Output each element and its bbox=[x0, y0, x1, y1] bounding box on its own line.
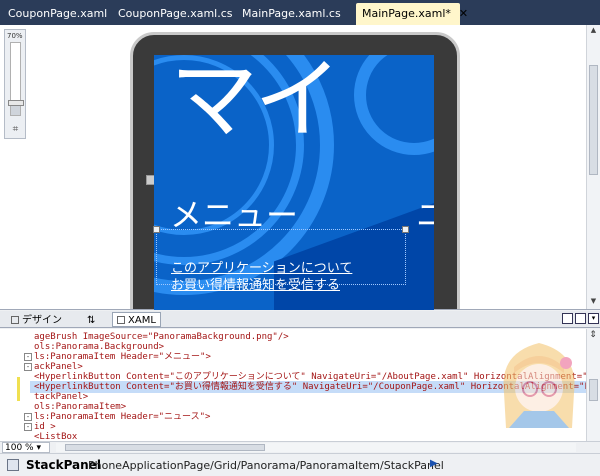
horizontal-split-icon[interactable] bbox=[562, 313, 573, 324]
close-icon[interactable]: ✕ bbox=[459, 3, 468, 25]
split-view-toolbar: デザイン ⇅ XAML ▾ bbox=[0, 311, 600, 328]
collapse-pane-icon[interactable]: ▾ bbox=[588, 313, 599, 324]
editor-bottom-strip: 100 % ▾ bbox=[0, 441, 600, 453]
fold-toggle-icon[interactable]: - bbox=[24, 413, 32, 421]
change-marker bbox=[17, 377, 20, 389]
fold-toggle-icon[interactable]: - bbox=[24, 423, 32, 431]
change-marker bbox=[17, 389, 20, 401]
zoom-level-label: 70% bbox=[7, 32, 23, 40]
editor-vertical-scrollbar[interactable]: ⇕ bbox=[586, 329, 600, 441]
tab-couponpage-xaml[interactable]: CouponPage.xaml bbox=[2, 3, 113, 25]
fold-toggle-icon[interactable]: - bbox=[24, 363, 32, 371]
background-ring bbox=[354, 55, 434, 155]
scroll-down-icon[interactable]: ▼ bbox=[588, 297, 599, 308]
zoom-control: 70% ⌗ bbox=[4, 29, 26, 139]
tab-label: CouponPage.xaml.cs bbox=[118, 7, 233, 20]
code-line[interactable]: <ListBox bbox=[34, 431, 77, 441]
horizontal-scroll-thumb[interactable] bbox=[65, 444, 265, 451]
xaml-view-icon bbox=[117, 316, 125, 324]
scroll-thumb[interactable] bbox=[589, 65, 598, 175]
tab-design[interactable]: デザイン bbox=[6, 312, 67, 327]
vertical-split-icon[interactable] bbox=[575, 313, 586, 324]
panorama-title: マイ bbox=[170, 55, 342, 151]
tab-couponpage-xaml-cs[interactable]: CouponPage.xaml.cs bbox=[112, 3, 239, 25]
swap-icon: ⇅ bbox=[87, 315, 96, 326]
scroll-thumb[interactable] bbox=[589, 379, 598, 401]
tab-label: MainPage.xaml* bbox=[362, 7, 451, 20]
tab-mainpage-xaml[interactable]: MainPage.xaml* ✕ bbox=[356, 3, 468, 25]
editor-zoom-select[interactable]: 100 % ▾ bbox=[2, 442, 50, 453]
editor-zoom-value: 100 % bbox=[5, 443, 34, 453]
code-line[interactable]: ls:PanoramaItem Header="ニュース"> bbox=[34, 411, 210, 423]
resize-handle[interactable] bbox=[402, 226, 409, 233]
scroll-up-icon[interactable]: ▲ bbox=[588, 26, 599, 37]
fit-to-screen-icon[interactable]: ⌗ bbox=[10, 124, 21, 135]
designer-vertical-scrollbar[interactable]: ▲ ▼ bbox=[586, 25, 600, 309]
element-path[interactable]: PhoneApplicationPage/Grid/Panorama/Panor… bbox=[88, 459, 444, 472]
design-view-icon bbox=[11, 316, 19, 324]
panorama-item-header: メニュー bbox=[170, 196, 299, 234]
stackpanel-icon bbox=[7, 459, 19, 471]
design-tab-label: デザイン bbox=[22, 315, 62, 326]
tab-xaml[interactable]: XAML bbox=[112, 312, 161, 327]
selection-adorner[interactable] bbox=[153, 226, 409, 285]
character-watermark bbox=[503, 343, 575, 428]
xaml-tab-label: XAML bbox=[128, 315, 156, 326]
resize-handle[interactable] bbox=[153, 226, 160, 233]
split-editor-icon[interactable]: ⇕ bbox=[587, 330, 599, 342]
fold-toggle-icon[interactable]: - bbox=[24, 353, 32, 361]
expand-arrow-icon[interactable]: ▶ bbox=[430, 458, 438, 469]
tab-label: MainPage.xaml.cs bbox=[242, 7, 341, 20]
next-panorama-item-header: ニ bbox=[416, 196, 434, 234]
swap-panes-button[interactable]: ⇅ bbox=[82, 312, 100, 327]
document-tab-strip: CouponPage.xaml CouponPage.xaml.cs MainP… bbox=[0, 0, 600, 25]
tab-label: CouponPage.xaml bbox=[8, 7, 108, 20]
zoom-slider-thumb[interactable] bbox=[8, 99, 24, 106]
tab-mainpage-xaml-cs[interactable]: MainPage.xaml.cs bbox=[236, 3, 347, 25]
document-outline-breadcrumb: StackPanel PhoneApplicationPage/Grid/Pan… bbox=[0, 453, 600, 476]
